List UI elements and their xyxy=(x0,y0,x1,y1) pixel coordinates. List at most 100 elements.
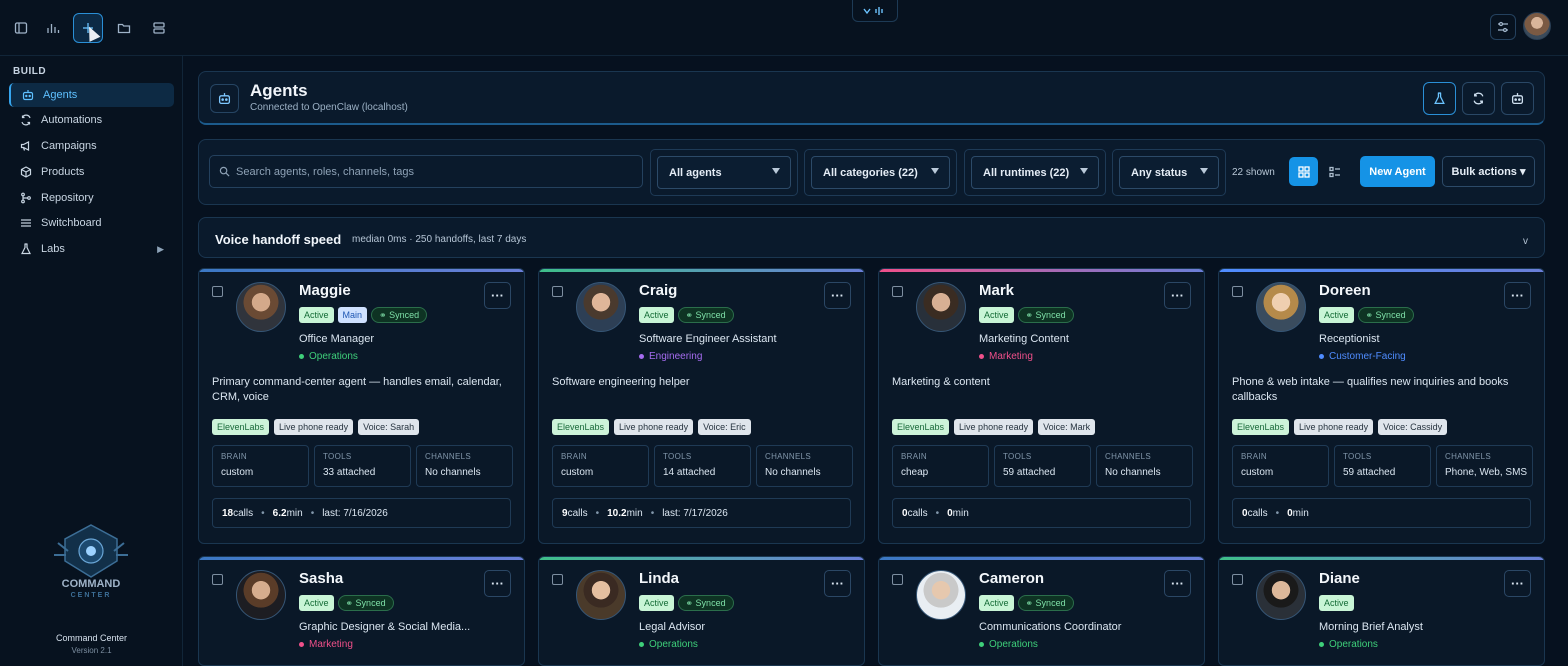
chevron-down-icon[interactable]: v xyxy=(1523,236,1528,247)
sidebar-toggle-icon[interactable] xyxy=(6,13,36,43)
agent-tags: ElevenLabs Live phone ready Voice: Mark xyxy=(892,419,1096,435)
agents-filter-select[interactable]: All agents xyxy=(657,156,791,189)
main-badge: Main xyxy=(337,307,368,323)
stat-label: TOOLS xyxy=(323,452,352,461)
agent-card[interactable]: Sasha ··· Active ⚭ Synced Graphic Designer &… xyxy=(198,556,525,666)
agent-role: Marketing Content xyxy=(979,333,1069,345)
agent-card[interactable]: Diane ··· Active Morning Brief Analyst Opera… xyxy=(1218,556,1545,666)
agent-card[interactable]: Cameron ··· Active ⚭ Synced Communications C… xyxy=(878,556,1205,666)
select-checkbox[interactable] xyxy=(552,286,563,297)
waveform-icon[interactable] xyxy=(852,0,898,22)
main-content: Agents Connected to OpenClaw (localhost)… xyxy=(184,56,1568,666)
synced-badge: ⚭ Synced xyxy=(337,595,394,611)
status-filter-select[interactable]: Any status xyxy=(1119,156,1219,189)
stat-value: custom xyxy=(221,467,254,478)
stat-label: CHANNELS xyxy=(425,452,471,461)
sidebar-item-repository[interactable]: Repository xyxy=(9,186,174,210)
agent-role: Office Manager xyxy=(299,333,375,345)
agent-card[interactable]: Craig ··· Active ⚭ Synced Software Engineer … xyxy=(538,268,865,544)
agent-card[interactable]: Doreen ··· Active ⚭ Synced Receptionist Custo… xyxy=(1218,268,1545,544)
expand-arrow-icon[interactable]: ▶ xyxy=(157,244,164,255)
new-agent-button[interactable]: New Agent xyxy=(1360,156,1435,187)
sidebar-item-campaigns[interactable]: Campaigns xyxy=(9,134,174,158)
shown-count: 22 shown xyxy=(1232,167,1275,178)
user-avatar[interactable] xyxy=(1523,12,1551,40)
settings-sliders-icon[interactable] xyxy=(1490,14,1516,40)
more-options-button[interactable]: ··· xyxy=(1164,570,1191,597)
sidebar-item-switchboard[interactable]: Switchboard xyxy=(9,211,174,235)
sidebar-item-products[interactable]: Products xyxy=(9,160,174,184)
agent-stats: BRAIN custom TOOLS 14 attached CHANNELS No ch… xyxy=(552,445,853,487)
status-badges: Active ⚭ Synced xyxy=(979,307,1074,323)
agent-card[interactable]: Mark ··· Active ⚭ Synced Marketing Content Ma… xyxy=(878,268,1205,544)
card-accent-bar xyxy=(879,557,1204,560)
more-options-button[interactable]: ··· xyxy=(484,282,511,309)
agent-name: Doreen xyxy=(1319,282,1371,299)
agent-name: Craig xyxy=(639,282,678,299)
more-options-button[interactable]: ··· xyxy=(1164,282,1191,309)
stat-label: BRAIN xyxy=(1241,452,1267,461)
status-badge: Active xyxy=(1319,307,1354,323)
select-checkbox[interactable] xyxy=(212,574,223,585)
separator-dot: • xyxy=(310,507,315,519)
select-checkbox[interactable] xyxy=(212,286,223,297)
git-branch-icon xyxy=(21,192,31,204)
agent-tags: ElevenLabs Live phone ready Voice: Sarah xyxy=(212,419,420,435)
synced-badge: ⚭ Synced xyxy=(1017,307,1074,323)
select-checkbox[interactable] xyxy=(1232,286,1243,297)
search-input[interactable]: Search agents, roles, channels, tags xyxy=(209,155,643,188)
analytics-icon[interactable] xyxy=(38,13,68,43)
sidebar-item-label: Automations xyxy=(41,114,103,126)
folder-icon[interactable] xyxy=(109,13,139,43)
select-checkbox[interactable] xyxy=(1232,574,1243,585)
more-options-button[interactable]: ··· xyxy=(824,282,851,309)
agent-department: Marketing xyxy=(299,639,353,650)
select-checkbox[interactable] xyxy=(552,574,563,585)
select-checkbox[interactable] xyxy=(892,286,903,297)
agent-card[interactable]: Linda ··· Active ⚭ Synced Legal Advisor Opera… xyxy=(538,556,865,666)
tag-chip: Voice: Eric xyxy=(698,419,751,435)
sidebar-item-label: Repository xyxy=(41,192,94,204)
svg-text:COMMAND: COMMAND xyxy=(62,578,121,590)
grid-view-button[interactable] xyxy=(1289,157,1318,186)
stat-value: No channels xyxy=(425,467,481,478)
agent-avatar xyxy=(576,570,626,620)
department-dot-icon xyxy=(639,642,644,647)
sidebar-item-automations[interactable]: Automations xyxy=(9,108,174,132)
more-options-button[interactable]: ··· xyxy=(1504,570,1531,597)
agent-role: Communications Coordinator xyxy=(979,621,1122,633)
sliders-icon xyxy=(21,219,31,227)
status-badge: Active xyxy=(299,307,334,323)
department-label: Marketing xyxy=(989,351,1033,362)
runtimes-filter-group: All runtimes (22) xyxy=(964,149,1106,196)
sidebar-item-agents[interactable]: Agents xyxy=(9,83,174,107)
agent-card[interactable]: Maggie ··· Active Main ⚭ Synced Office Manage… xyxy=(198,268,525,544)
runtimes-filter-select[interactable]: All runtimes (22) xyxy=(971,156,1099,189)
labs-flask-button[interactable] xyxy=(1423,82,1456,115)
list-view-button[interactable] xyxy=(1320,157,1349,186)
more-options-button[interactable]: ··· xyxy=(1504,282,1531,309)
chevron-down-icon xyxy=(931,168,939,174)
more-options-button[interactable]: ··· xyxy=(824,570,851,597)
stat-value: Phone, Web, SMS xyxy=(1445,467,1528,478)
department-label: Operations xyxy=(1329,639,1378,650)
bulk-actions-button[interactable]: Bulk actions ▾ xyxy=(1442,156,1535,187)
more-options-button[interactable]: ··· xyxy=(484,570,511,597)
status-badges: Active ⚭ Synced xyxy=(979,595,1074,611)
agent-avatar xyxy=(916,282,966,332)
refresh-button[interactable] xyxy=(1462,82,1495,115)
department-label: Customer-Facing xyxy=(1329,351,1406,362)
select-checkbox[interactable] xyxy=(892,574,903,585)
command-center-logo: COMMAND CENTER xyxy=(54,524,128,599)
categories-filter-select[interactable]: All categories (22) xyxy=(811,156,950,189)
department-label: Marketing xyxy=(309,639,353,650)
agent-avatar xyxy=(236,570,286,620)
sidebar-item-labs[interactable]: Labs ▶ xyxy=(9,237,174,261)
server-icon[interactable] xyxy=(144,13,174,43)
agent-avatar xyxy=(1256,282,1306,332)
megaphone-icon xyxy=(20,141,30,151)
robot-button[interactable] xyxy=(1501,82,1534,115)
brain-stat: BRAIN custom xyxy=(1232,445,1329,487)
call-count: 0 xyxy=(1242,507,1248,519)
voice-handoff-panel[interactable]: Voice handoff speed median 0ms · 250 han… xyxy=(198,217,1545,258)
